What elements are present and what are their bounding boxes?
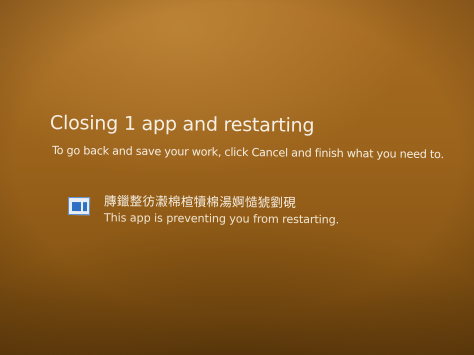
page-title: Closing 1 app and restarting bbox=[49, 112, 315, 137]
blocking-app-item: 膞鑞整彷瀫棉楦犢棉湯婀慥猇劉硯 This app is preventing y… bbox=[67, 193, 340, 226]
instruction-text: To go back and save your work, click Can… bbox=[51, 144, 444, 162]
blocking-app-text: 膞鑞整彷瀫棉楦犢棉湯婀慥猇劉硯 This app is preventing y… bbox=[104, 193, 340, 226]
blocking-app-name: 膞鑞整彷瀫棉楦犢棉湯婀慥猇劉硯 bbox=[104, 193, 297, 210]
app-window-icon bbox=[67, 197, 91, 216]
blocking-app-status: This app is preventing you from restarti… bbox=[103, 211, 340, 227]
shutdown-screen: Closing 1 app and restarting To go back … bbox=[0, 0, 474, 355]
